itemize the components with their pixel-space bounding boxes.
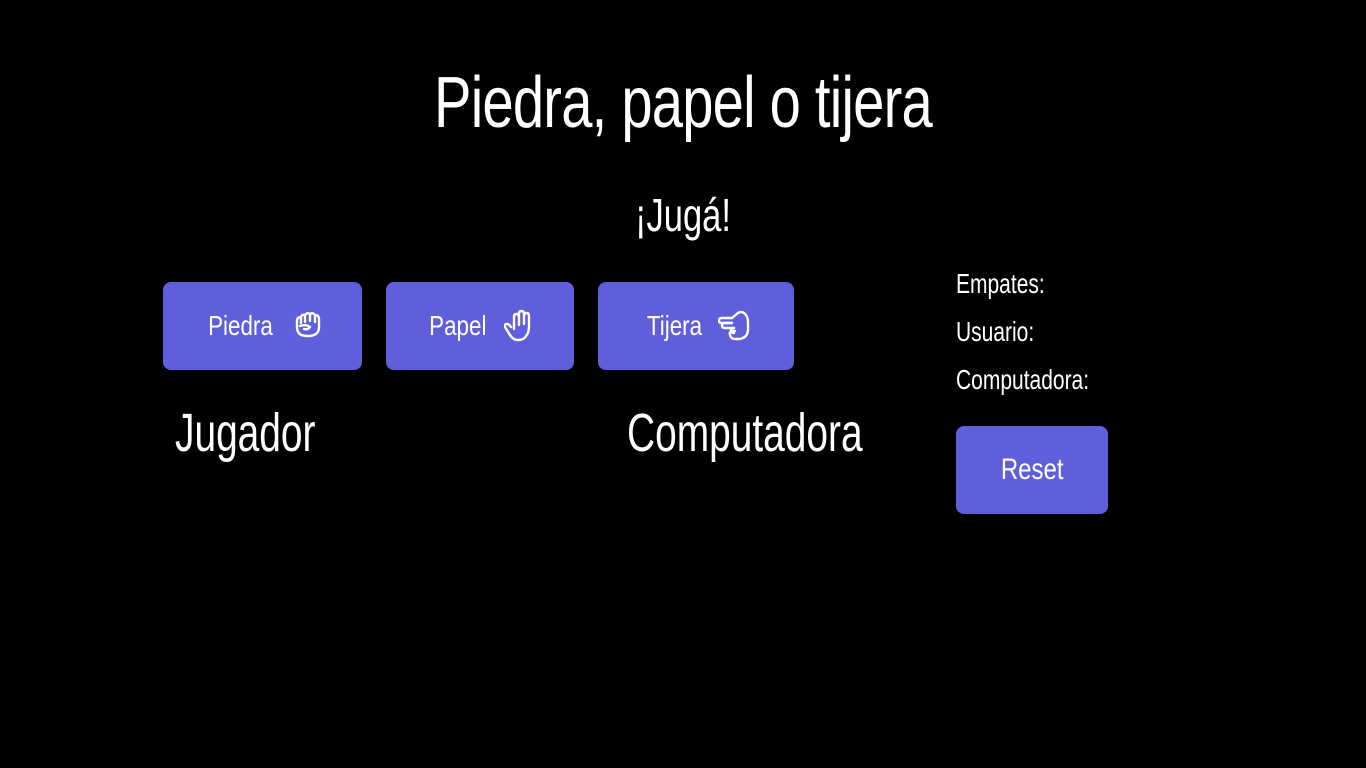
- computer-score: Computadora:: [956, 364, 1090, 395]
- papel-button[interactable]: Papel: [386, 282, 574, 370]
- piedra-button[interactable]: Piedra: [163, 282, 362, 370]
- piedra-button-label: Piedra: [208, 310, 273, 341]
- computer-label: Computadora: [627, 403, 863, 463]
- game-page: Piedra, papel o tijera ¡Jugá! Piedra Pap…: [0, 0, 1366, 768]
- page-title: Piedra, papel o tijera: [434, 63, 933, 143]
- player-label: Jugador: [175, 403, 316, 463]
- page-subtitle: ¡Jugá!: [635, 189, 731, 241]
- fist-icon: [291, 309, 325, 343]
- reset-button-label: Reset: [1000, 453, 1064, 486]
- user-score: Usuario:: [956, 316, 1035, 347]
- reset-button[interactable]: Reset: [956, 426, 1108, 514]
- ties-score: Empates:: [956, 268, 1045, 299]
- scissors-hand-icon: [718, 309, 752, 343]
- tijera-button-label: Tijera: [646, 310, 702, 341]
- papel-button-label: Papel: [429, 310, 487, 341]
- tijera-button[interactable]: Tijera: [598, 282, 794, 370]
- open-hand-icon: [503, 309, 538, 343]
